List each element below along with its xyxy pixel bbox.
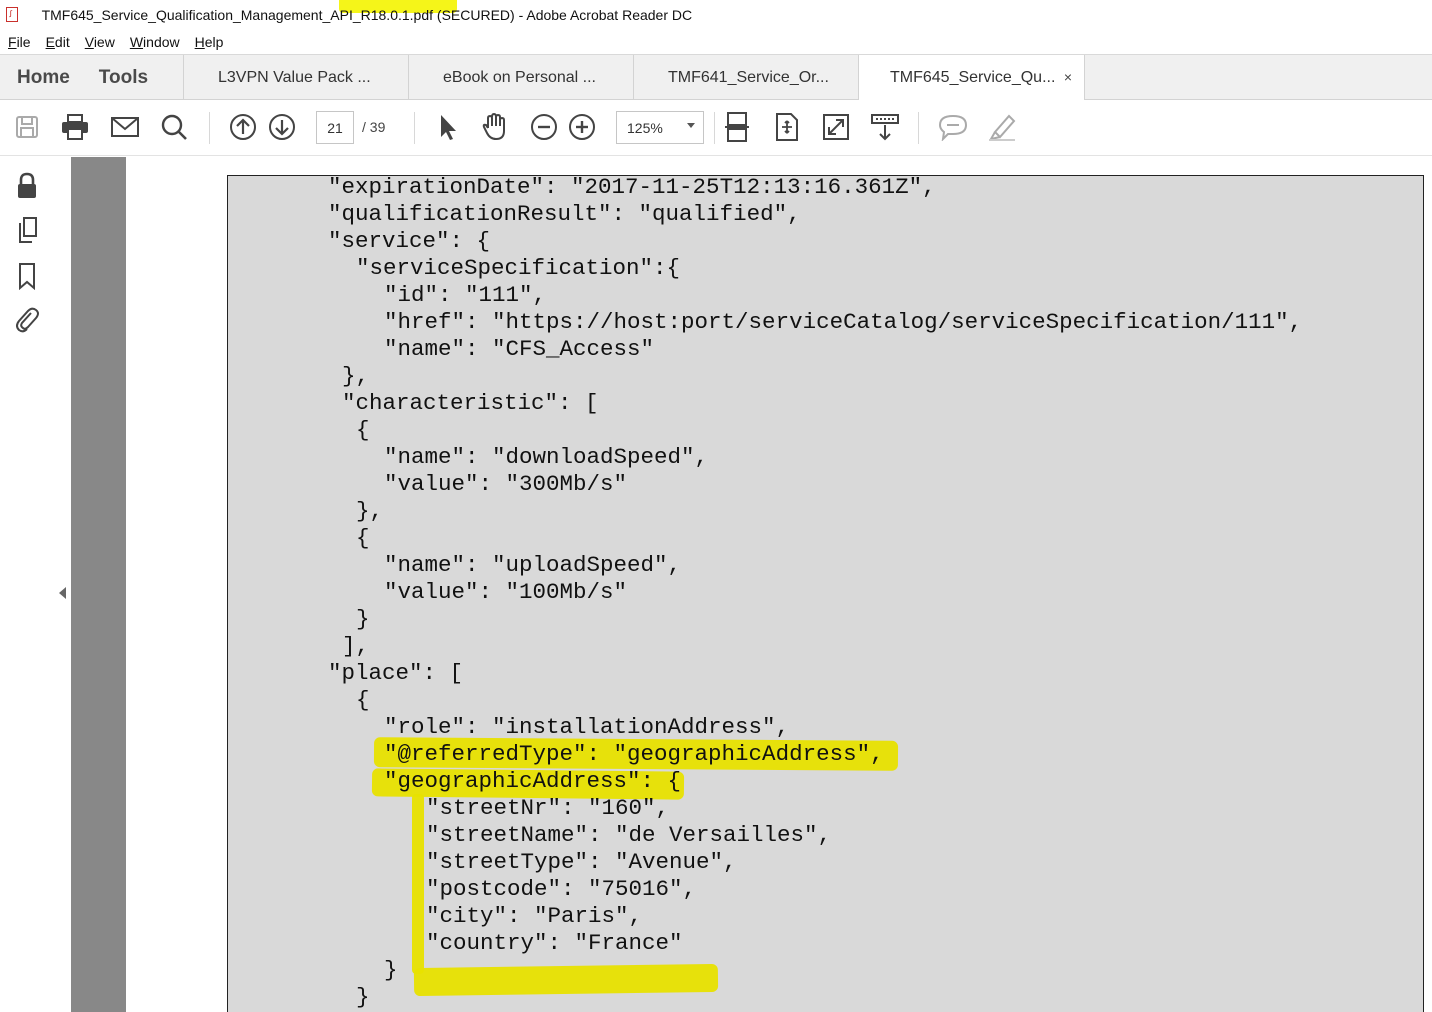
rail-gutter (56, 157, 71, 1012)
fit-page-icon[interactable] (722, 112, 752, 142)
code-line: "role": "installationAddress", (384, 714, 790, 740)
menu-bar: File Edit View Window Help (0, 30, 1432, 54)
zoom-in-icon[interactable] (567, 112, 597, 142)
scroll-mode-icon[interactable] (870, 112, 900, 142)
rotate-icon[interactable] (772, 112, 802, 142)
toolbar: 21 / 39 125% (0, 100, 1432, 156)
doc-tab-ebook[interactable]: eBook on Personal ... (409, 55, 634, 100)
side-panel-strip (71, 157, 126, 1012)
code-line: "streetNr": "160", (426, 795, 670, 821)
code-line: "service": { (328, 228, 491, 254)
save-icon[interactable] (12, 112, 42, 142)
search-icon[interactable] (159, 112, 189, 142)
code-line: "name": "downloadSpeed", (384, 444, 709, 470)
highlight-stroke (413, 963, 719, 997)
doc-tab-tmf641[interactable]: TMF641_Service_Or... (634, 55, 859, 100)
code-line: "city": "Paris", (426, 903, 643, 929)
highlight-pen-icon[interactable] (987, 112, 1017, 142)
toolbar-separator (209, 112, 210, 144)
code-line: "qualificationResult": "qualified", (328, 201, 801, 227)
code-line: "characteristic": [ (342, 390, 599, 416)
menu-window[interactable]: Window (130, 34, 180, 50)
code-line: "geographicAddress": { (384, 768, 682, 794)
code-line: ], (342, 633, 370, 659)
page-down-icon[interactable] (267, 112, 297, 142)
menu-view[interactable]: View (85, 34, 115, 50)
home-tab[interactable]: Home (17, 67, 70, 89)
page-up-icon[interactable] (228, 112, 258, 142)
toolbar-separator (414, 112, 415, 144)
pages-icon[interactable] (12, 215, 42, 245)
title-bar: ꭍ TMF645_Service_Qualification_Managemen… (0, 0, 1432, 30)
menu-help[interactable]: Help (195, 34, 224, 50)
navigation-rail (0, 157, 56, 1012)
page-number-input[interactable]: 21 (316, 111, 354, 144)
code-line: "streetType": "Avenue", (426, 849, 737, 875)
pdf-page: "expirationDate": "2017-11-25T12:13:16.3… (227, 175, 1424, 1012)
code-line: } (384, 957, 398, 983)
code-line: { (356, 525, 370, 551)
code-line: "href": "https://host:port/serviceCatalo… (384, 309, 1303, 335)
full-screen-icon[interactable] (821, 112, 851, 142)
collapse-arrow-icon[interactable] (59, 587, 66, 599)
code-line: } (356, 984, 370, 1010)
close-icon[interactable]: × (1064, 69, 1072, 85)
highlight-stroke (412, 794, 424, 974)
toolbar-separator (714, 112, 715, 144)
code-line: "expirationDate": "2017-11-25T12:13:16.3… (328, 175, 936, 200)
home-tools-nav: Home Tools (0, 55, 184, 100)
code-line: "place": [ (328, 660, 464, 686)
menu-file[interactable]: File (8, 34, 31, 50)
code-line: "id": "111", (384, 282, 547, 308)
page-total: / 39 (362, 119, 386, 135)
toolbar-separator (918, 112, 919, 144)
code-line: "name": "uploadSpeed", (384, 552, 682, 578)
code-line: "value": "100Mb/s" (384, 579, 628, 605)
code-line: { (356, 417, 370, 443)
code-line: } (356, 606, 370, 632)
code-line: }, (356, 498, 384, 524)
lock-icon[interactable] (12, 171, 42, 201)
comment-icon[interactable] (938, 112, 968, 142)
menu-edit[interactable]: Edit (46, 34, 70, 50)
tab-bar: Home Tools L3VPN Value Pack ... eBook on… (0, 54, 1432, 101)
print-icon[interactable] (60, 112, 90, 142)
tools-tab[interactable]: Tools (99, 67, 148, 89)
code-line: "@referredType": "geographicAddress", (384, 741, 884, 767)
zoom-out-icon[interactable] (529, 112, 559, 142)
code-line: "serviceSpecification":{ (356, 255, 681, 281)
doc-tab-tmf645[interactable]: TMF645_Service_Qu... × (859, 55, 1085, 101)
select-cursor-icon[interactable] (432, 112, 462, 142)
code-line: "value": "300Mb/s" (384, 471, 628, 497)
acrobat-pdf-icon: ꭍ (6, 7, 20, 23)
chevron-down-icon (687, 123, 695, 128)
hand-icon[interactable] (480, 112, 510, 142)
code-line: "name": "CFS_Access" (384, 336, 655, 362)
zoom-select[interactable]: 125% (616, 111, 704, 144)
code-line: }, (342, 363, 370, 389)
code-line: "country": "France" (426, 930, 683, 956)
attachment-icon[interactable] (12, 304, 42, 334)
code-line: "postcode": "75016", (426, 876, 697, 902)
doc-tab-l3vpn[interactable]: L3VPN Value Pack ... (184, 55, 409, 100)
code-line: { (356, 687, 370, 713)
code-line: "streetName": "de Versailles", (426, 822, 832, 848)
bookmark-icon[interactable] (12, 261, 42, 291)
email-icon[interactable] (110, 112, 140, 142)
